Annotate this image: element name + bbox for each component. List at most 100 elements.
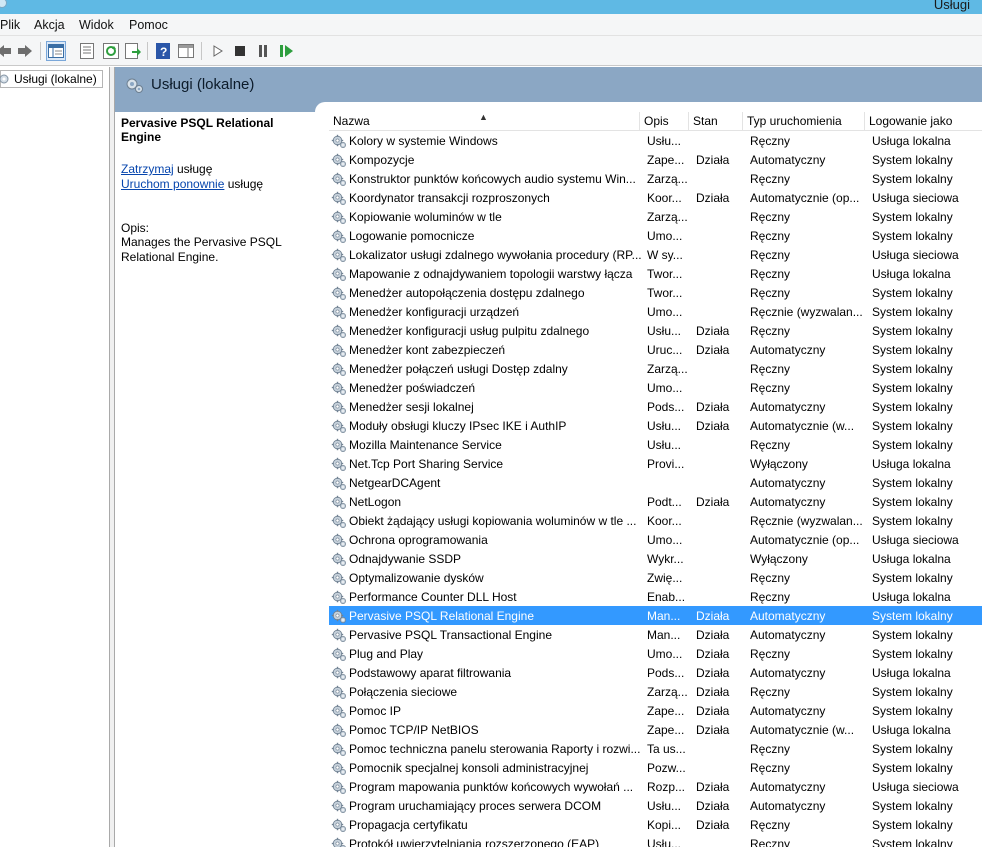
table-row[interactable]: Pervasive PSQL Transactional Engine Man..… [329,625,982,644]
pause-service-icon[interactable] [253,41,273,61]
table-row[interactable]: Ochrona oprogramowania Umo... Automatyczni… [329,530,982,549]
cell-name: Podstawowy aparat filtrowania [349,666,512,680]
column-header-description[interactable]: Opis [640,112,689,131]
stop-service-link[interactable]: Zatrzymaj [121,162,174,176]
show-hide-action-pane-icon[interactable] [176,41,196,61]
table-row[interactable]: Obiekt żądający usługi kopiowania wolumi… [329,511,982,530]
cell-name: Menedżer sesji lokalnej [349,400,474,414]
table-row[interactable]: Menedżer poświadczeń Umo... Ręczny System l… [329,378,982,397]
menu-widok[interactable]: Widok [79,18,114,32]
cell-startup-type: Ręczny [750,324,791,338]
cell-log-on-as: System lokalny [872,343,953,357]
cell-startup-type: Automatyczny [750,666,826,680]
cell-name: Mapowanie z odnajdywaniem topologii wars… [349,267,633,281]
table-row[interactable]: Protokół uwierzytelniania rozszerzonego … [329,834,982,847]
forward-arrow-icon[interactable] [15,41,35,61]
cell-status: Działa [696,647,730,661]
cell-startup-type: Ręczny [750,761,791,775]
table-row[interactable]: Mapowanie z odnajdywaniem topologii wars… [329,264,982,283]
table-row[interactable]: Kolory w systemie Windows Usłu... Ręczny Us… [329,131,982,150]
cell-log-on-as: System lokalny [872,837,953,847]
cell-startup-type: Ręczny [750,172,791,186]
table-row[interactable]: Program mapowania punktów końcowych wywo… [329,777,982,796]
table-row[interactable]: Mozilla Maintenance Service Usłu... Ręczny… [329,435,982,454]
table-row[interactable]: Kompozycje Zape... Działa Automatyczny Syste… [329,150,982,169]
table-row[interactable]: Lokalizator usługi zdalnego wywołania pr… [329,245,982,264]
tree-item-services-local[interactable]: Usługi (lokalne) [0,70,103,88]
start-service-icon[interactable] [208,41,228,61]
help-icon[interactable]: ? [153,41,173,61]
table-row[interactable]: Menedżer połączeń usługi Dostęp zdalny Za… [329,359,982,378]
table-row[interactable]: Koordynator transakcji rozproszonych Koor… [329,188,982,207]
table-row[interactable]: Program uruchamiający proces serwera DCO… [329,796,982,815]
restart-service-link[interactable]: Uruchom ponownie [121,177,224,191]
cell-description: Usłu... [647,419,682,433]
cell-description: Zape... [647,153,685,167]
service-gear-icon [331,133,347,149]
cell-log-on-as: System lokalny [872,761,953,775]
cell-description: Usłu... [647,134,682,148]
table-row[interactable]: Optymalizowanie dysków Zwię... Ręczny Syste… [329,568,982,587]
table-row[interactable]: Moduły obsługi kluczy IPsec IKE i AuthIP… [329,416,982,435]
services-icon [126,78,143,93]
table-row[interactable]: Pomoc IP Zape... Działa Automatyczny System … [329,701,982,720]
cell-status: Działa [696,780,730,794]
service-gear-icon [331,551,347,567]
cell-name: Menedżer poświadczeń [349,381,476,395]
table-row[interactable]: NetLogon Podt... Działa Automatyczny System … [329,492,982,511]
table-row[interactable]: Połączenia sieciowe Zarzą... Działa Ręczny S… [329,682,982,701]
table-row[interactable]: Plug and Play Umo... Działa Ręczny System lo… [329,644,982,663]
cell-log-on-as: System lokalny [872,286,953,300]
table-row[interactable]: Propagacja certyfikatu Kopi... Działa Ręczn… [329,815,982,834]
menu-akcja[interactable]: Akcja [34,18,65,32]
service-gear-icon [331,532,347,548]
show-hide-console-tree-icon[interactable] [46,41,66,61]
cell-description: Umo... [647,305,683,319]
service-gear-icon [331,627,347,643]
cell-name: Pomocnik specjalnej konsoli administracy… [349,761,589,775]
service-gear-icon [331,608,347,624]
cell-description: Koor... [647,191,682,205]
main-panel: Usługi (lokalne) Pervasive PSQL Relation… [115,67,982,847]
properties-icon[interactable] [77,41,97,61]
back-arrow-icon[interactable] [0,41,14,61]
table-row[interactable]: Menedżer kont zabezpieczeń Uruc... Działa A… [329,340,982,359]
table-row[interactable]: Menedżer sesji lokalnej Pods... Działa Auto… [329,397,982,416]
window-title: Usługi [933,0,970,12]
cell-log-on-as: System lokalny [872,419,953,433]
table-row[interactable]: Net.Tcp Port Sharing Service Provi... Wyłą… [329,454,982,473]
cell-log-on-as: System lokalny [872,400,953,414]
table-row[interactable]: Menedżer konfiguracji usług pulpitu zdal… [329,321,982,340]
table-row[interactable]: Pomoc techniczna panelu sterowania Rapor… [329,739,982,758]
cell-log-on-as: System lokalny [872,704,953,718]
cell-description: Usłu... [647,438,682,452]
table-row[interactable]: Pomocnik specjalnej konsoli administracy… [329,758,982,777]
table-row[interactable]: NetgearDCAgent Automatyczny System lokalny [329,473,982,492]
table-row[interactable]: Konstruktor punktów końcowych audio syst… [329,169,982,188]
cell-log-on-as: System lokalny [872,818,953,832]
table-row[interactable]: Pervasive PSQL Relational Engine Man... Dz… [329,606,982,625]
menu-plik[interactable]: Plik [0,18,20,32]
cell-log-on-as: System lokalny [872,305,953,319]
restart-service-icon[interactable] [277,41,297,61]
table-row[interactable]: Odnajdywanie SSDP Wykr... Wyłączony Usługa … [329,549,982,568]
export-list-icon[interactable] [123,41,143,61]
column-header-status[interactable]: Stan [689,112,743,131]
table-row[interactable]: Performance Counter DLL Host Enab... Ręczn… [329,587,982,606]
menu-pomoc[interactable]: Pomoc [129,18,168,32]
sort-ascending-icon: ▲ [479,112,488,122]
table-row[interactable]: Logowanie pomocnicze Umo... Ręczny System l… [329,226,982,245]
column-header-log-on-as[interactable]: Logowanie jako [865,112,982,131]
service-gear-icon [331,361,347,377]
table-row[interactable]: Menedżer konfiguracji urządzeń Umo... Ręcz… [329,302,982,321]
table-row[interactable]: Kopiowanie woluminów w tle Zarzą... Ręczny… [329,207,982,226]
refresh-icon[interactable] [101,41,121,61]
column-header-startup-type[interactable]: Typ uruchomienia [743,112,865,131]
stop-service-icon[interactable] [230,41,250,61]
column-header-name[interactable]: Nazwa ▲ [329,112,640,131]
cell-log-on-as: System lokalny [872,362,953,376]
table-row[interactable]: Pomoc TCP/IP NetBIOS Zape... Działa Automat… [329,720,982,739]
table-row[interactable]: Menedżer autopołączenia dostępu zdalnego… [329,283,982,302]
table-row[interactable]: Podstawowy aparat filtrowania Pods... Dzia… [329,663,982,682]
cell-name: Pomoc TCP/IP NetBIOS [349,723,479,737]
